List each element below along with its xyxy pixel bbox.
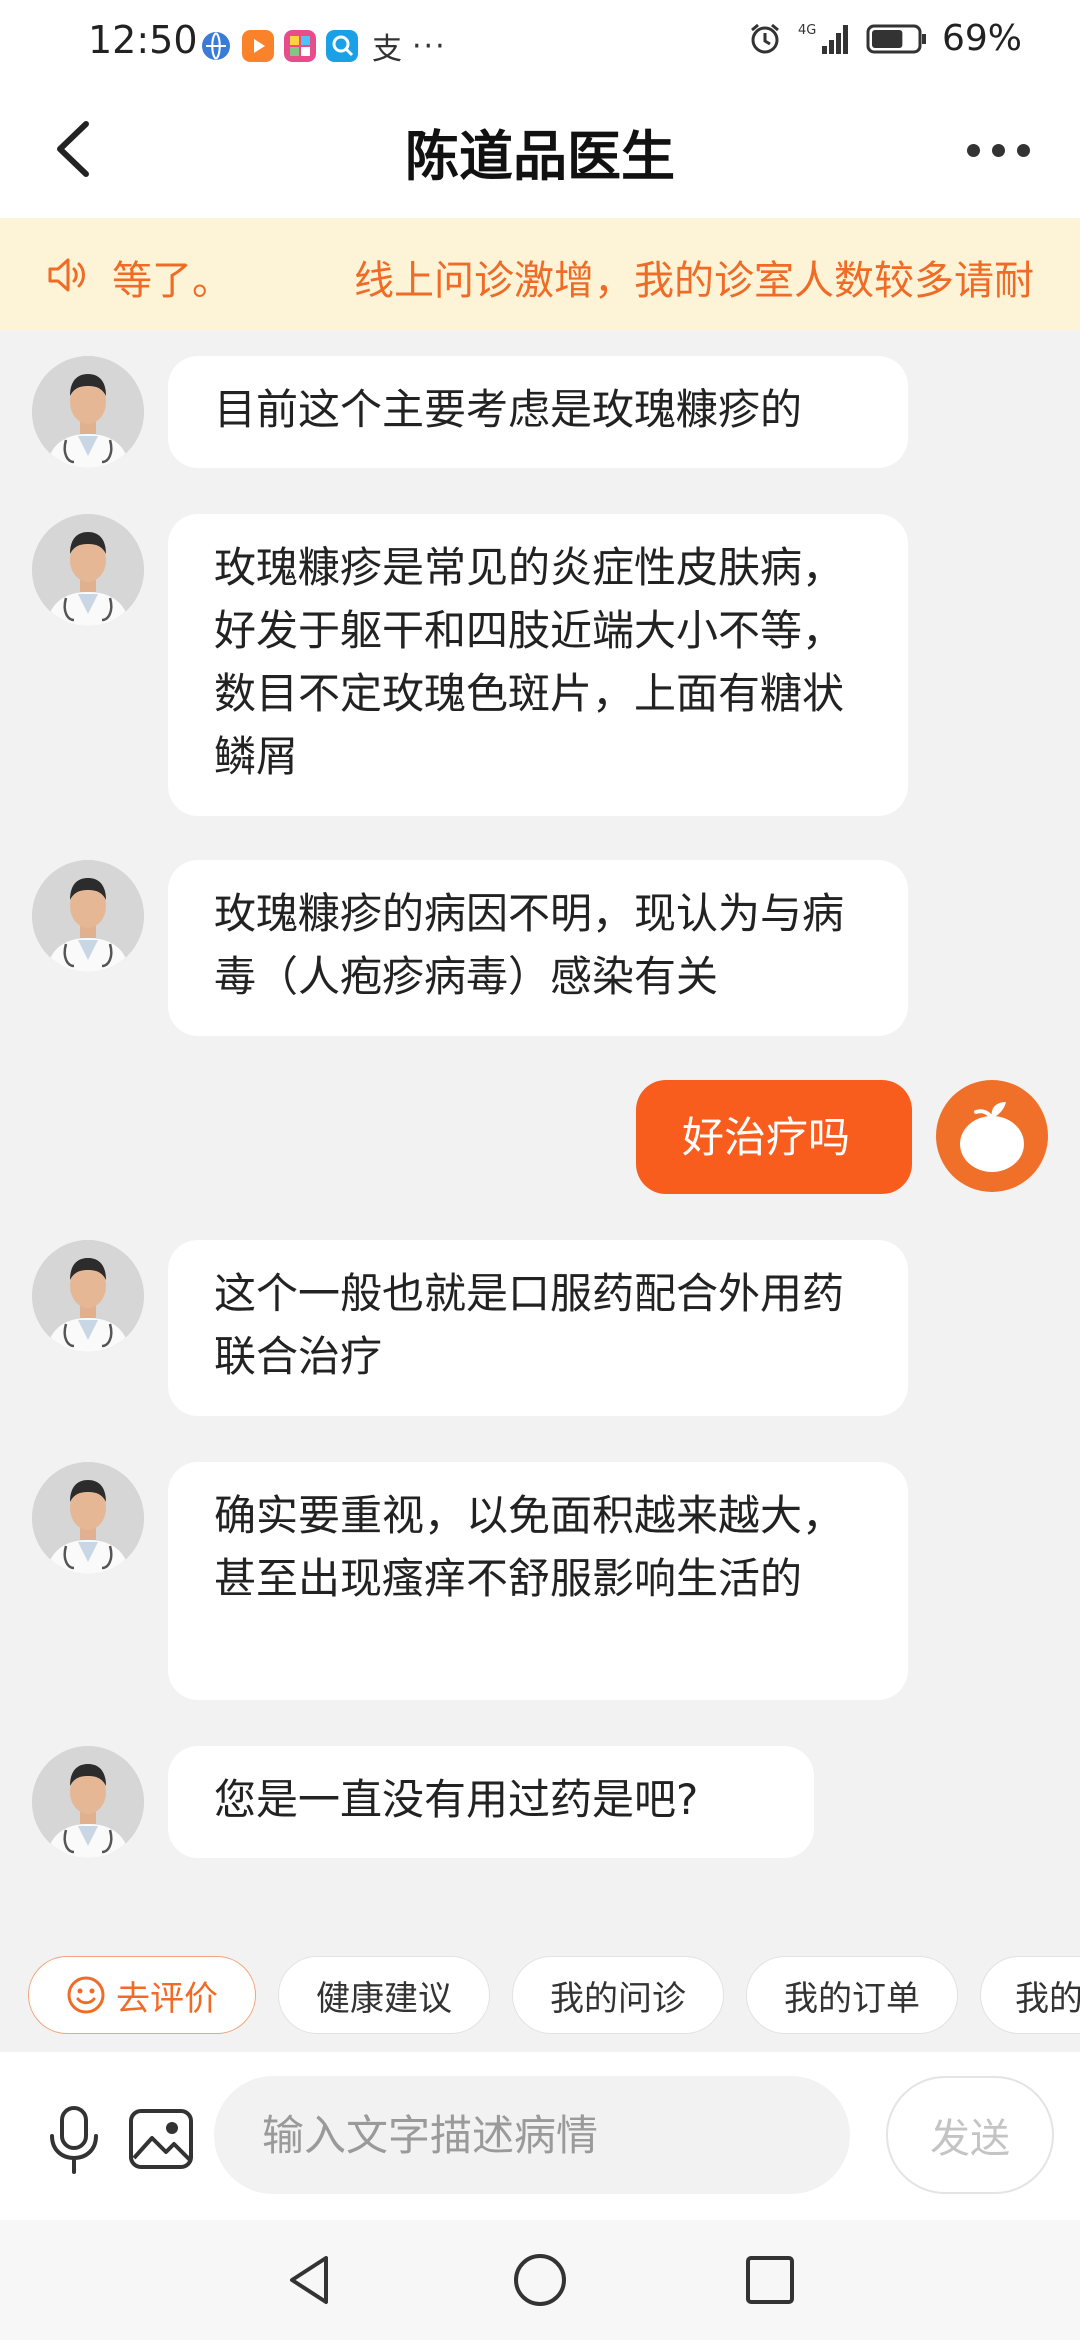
doctor-avatar[interactable] xyxy=(32,860,144,972)
header: 陈道品医生 xyxy=(0,84,1080,218)
doctor-message-bubble: 玫瑰糠疹是常见的炎症性皮肤病，好发于躯干和四肢近端大小不等，数目不定玫瑰色斑片，… xyxy=(168,514,908,816)
more-button[interactable] xyxy=(958,130,1038,170)
status-time: 12:50 xyxy=(88,18,198,62)
status-bar: 12:50 支 ··· 4G 69% xyxy=(0,0,1080,84)
battery-percent: 69% xyxy=(941,18,1022,59)
doctor-photo xyxy=(32,514,144,626)
microphone-icon xyxy=(50,2106,98,2174)
doctor-avatar[interactable] xyxy=(32,1746,144,1858)
system-home-button[interactable] xyxy=(510,2250,570,2310)
more-dot-icon xyxy=(966,143,980,157)
notice-text-head: 线上问诊激增，我的诊室人数较多请耐 xyxy=(354,258,1034,304)
square-recents-icon xyxy=(746,2256,794,2304)
system-navigation-bar xyxy=(0,2220,1080,2340)
more-dot-icon xyxy=(991,143,1005,157)
voice-input-button[interactable] xyxy=(44,2104,104,2176)
more-notifications-glyph: ··· xyxy=(412,28,447,64)
chip-health-advice[interactable]: 健康建议 xyxy=(278,1956,490,2034)
doctor-avatar[interactable] xyxy=(32,1240,144,1352)
doctor-avatar[interactable] xyxy=(32,356,144,468)
chip-label: 去评价 xyxy=(116,1978,218,2019)
message-text: 这个一般也就是口服药配合外用药联合治疗 xyxy=(214,1269,845,1381)
send-button[interactable]: 发送 xyxy=(886,2076,1054,2194)
image-upload-button[interactable] xyxy=(128,2108,194,2170)
my-message-bubble: 好治疗吗 xyxy=(636,1080,912,1194)
orange-avatar-icon xyxy=(960,1102,1024,1172)
store-app-icon xyxy=(284,30,316,62)
network-type: 4G xyxy=(798,23,816,38)
system-recents-button[interactable] xyxy=(740,2250,800,2310)
message-text: 好治疗吗 xyxy=(682,1112,851,1162)
my-avatar[interactable] xyxy=(936,1080,1048,1192)
doctor-avatar[interactable] xyxy=(32,514,144,626)
circle-home-icon xyxy=(514,2254,566,2306)
doctor-photo xyxy=(32,1462,144,1574)
message-text: 玫瑰糠疹的病因不明，现认为与病毒（人疱疹病毒）感染有关 xyxy=(214,889,845,1001)
chip-label: 健康建议 xyxy=(316,1978,452,2019)
send-label: 发送 xyxy=(930,2116,1010,2162)
chip-my-consultations[interactable]: 我的问诊 xyxy=(512,1956,724,2034)
alarm-icon xyxy=(751,23,779,53)
chip-label: 我的问诊 xyxy=(550,1978,686,2019)
doctor-message-bubble: 这个一般也就是口服药配合外用药联合治疗 xyxy=(168,1240,908,1416)
signal-icon: 4G xyxy=(798,23,848,54)
message-text: 玫瑰糠疹是常见的炎症性皮肤病，好发于躯干和四肢近端大小不等，数目不定玫瑰色斑片，… xyxy=(214,543,845,781)
globe-icon xyxy=(202,32,230,60)
chip-my-orders[interactable]: 我的订单 xyxy=(746,1956,958,2034)
more-dot-icon xyxy=(1016,143,1030,157)
notice-text-tail: 等了。 xyxy=(112,258,232,304)
doctor-photo xyxy=(32,860,144,972)
doctor-photo xyxy=(32,356,144,468)
doctor-message-bubble: 玫瑰糠疹的病因不明，现认为与病毒（人疱疹病毒）感染有关 xyxy=(168,860,908,1036)
page-title: 陈道品医生 xyxy=(405,125,675,188)
chip-my-more[interactable]: 我的 xyxy=(980,1956,1080,2034)
chip-label: 我的 xyxy=(1015,1978,1080,2019)
message-input[interactable] xyxy=(214,2076,850,2194)
system-back-button[interactable] xyxy=(280,2250,340,2310)
notice-banner: 等了。 线上问诊激增，我的诊室人数较多请耐 xyxy=(0,218,1080,330)
doctor-message-bubble: 目前这个主要考虑是玫瑰糠疹的 xyxy=(168,356,908,468)
alipay-glyph: 支 xyxy=(372,32,402,67)
doctor-photo xyxy=(32,1240,144,1352)
doctor-message-bubble: 确实要重视，以免面积越来越大，甚至出现瘙痒不舒服影响生活的 xyxy=(168,1462,908,1700)
smiley-icon xyxy=(67,1976,105,2014)
triangle-back-icon xyxy=(290,2256,328,2304)
battery-icon xyxy=(866,24,926,53)
video-app-icon xyxy=(242,30,274,62)
message-text: 目前这个主要考虑是玫瑰糠疹的 xyxy=(214,385,803,434)
doctor-photo xyxy=(32,1746,144,1858)
image-icon xyxy=(129,2109,193,2169)
speaker-icon xyxy=(48,258,85,292)
chip-rate-doctor[interactable]: 去评价 xyxy=(28,1956,256,2034)
composer-bar: 发送 xyxy=(0,2052,1080,2220)
status-app-icons: 支 ··· xyxy=(200,24,447,68)
status-right: 4G 69% xyxy=(748,18,1022,59)
search-app-icon xyxy=(326,30,358,62)
message-text: 您是一直没有用过药是吧? xyxy=(214,1775,699,1824)
doctor-avatar[interactable] xyxy=(32,1462,144,1574)
doctor-message-bubble: 您是一直没有用过药是吧? xyxy=(168,1746,814,1858)
chip-label: 我的订单 xyxy=(784,1978,920,2019)
message-text: 确实要重视，以免面积越来越大，甚至出现瘙痒不舒服影响生活的 xyxy=(214,1491,845,1603)
